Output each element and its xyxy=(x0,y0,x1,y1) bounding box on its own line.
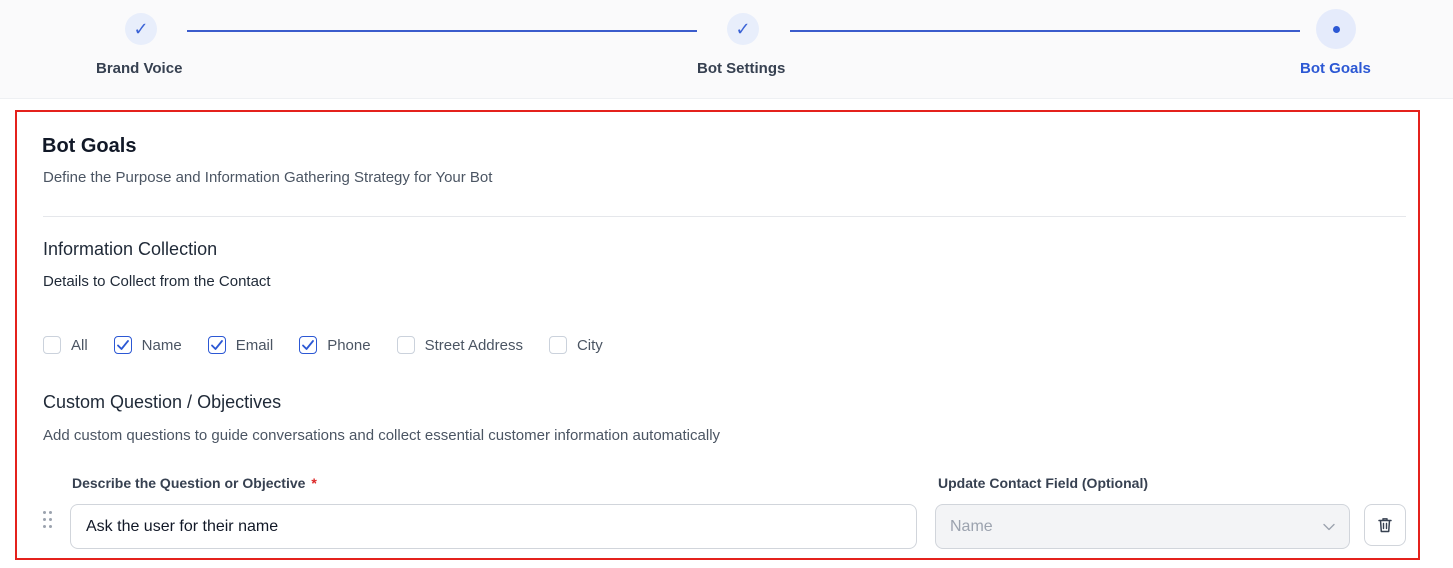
trash-icon xyxy=(1378,518,1392,533)
checkbox-phone[interactable]: Phone xyxy=(299,336,371,354)
checkbox-label: Name xyxy=(141,336,182,354)
question-input-value: Ask the user for their name xyxy=(86,517,279,535)
question-input[interactable]: Ask the user for their name xyxy=(70,504,917,549)
divider xyxy=(43,216,1406,217)
chevron-down-icon xyxy=(1323,523,1335,530)
checkbox-name[interactable]: Name xyxy=(113,336,182,354)
collection-options: All Name Email Phone Street Address City xyxy=(43,336,629,354)
delete-row-button[interactable] xyxy=(1364,504,1406,546)
progress-stepper: ✓ Brand Voice ✓ Bot Settings Bot Goals xyxy=(0,0,1453,99)
step-bot-goals-dot-icon[interactable] xyxy=(1316,9,1356,49)
checkbox-box[interactable] xyxy=(299,336,318,354)
checkbox-street-address[interactable]: Street Address xyxy=(396,336,523,354)
step-connector xyxy=(790,30,1300,32)
drag-handle-icon[interactable] xyxy=(42,510,54,530)
custom-questions-description: Add custom questions to guide conversati… xyxy=(43,427,721,444)
checkbox-label: City xyxy=(576,336,603,354)
dot-icon xyxy=(1332,25,1340,33)
checkmark-icon xyxy=(210,340,223,350)
checkbox-box[interactable] xyxy=(43,336,61,354)
checkbox-all[interactable]: All xyxy=(43,336,88,354)
step-brand-voice-check-icon[interactable]: ✓ xyxy=(125,13,157,45)
question-field-label: Describe the Question or Objective * xyxy=(72,475,317,491)
step-bot-settings-check-icon[interactable]: ✓ xyxy=(727,13,759,45)
step-connector xyxy=(187,30,697,32)
checkmark-icon xyxy=(116,340,129,350)
step-label-brand-voice[interactable]: Brand Voice xyxy=(96,60,182,77)
checkbox-box[interactable] xyxy=(396,336,415,354)
step-label-bot-goals[interactable]: Bot Goals xyxy=(1300,60,1371,77)
checkbox-city[interactable]: City xyxy=(548,336,603,354)
contact-field-label: Update Contact Field (Optional) xyxy=(938,475,1148,491)
page-subtitle: Define the Purpose and Information Gathe… xyxy=(43,169,493,186)
custom-questions-heading: Custom Question / Objectives xyxy=(43,392,282,412)
checkbox-box[interactable] xyxy=(548,336,567,354)
checkbox-label: Email xyxy=(235,336,274,354)
page-title: Bot Goals xyxy=(42,135,137,157)
checkmark-icon xyxy=(302,340,315,350)
checkbox-email[interactable]: Email xyxy=(207,336,274,354)
checkbox-label: Phone xyxy=(327,336,371,354)
checkbox-box[interactable] xyxy=(113,336,132,354)
checkbox-label: Street Address xyxy=(424,336,523,354)
contact-field-select[interactable]: Name xyxy=(935,504,1350,549)
required-marker: * xyxy=(311,475,317,491)
step-label-bot-settings[interactable]: Bot Settings xyxy=(697,60,785,77)
information-collection-subheading: Details to Collect from the Contact xyxy=(43,273,271,290)
checkbox-label: All xyxy=(71,336,88,354)
checkbox-box[interactable] xyxy=(207,336,226,354)
select-placeholder: Name xyxy=(950,517,993,535)
information-collection-heading: Information Collection xyxy=(43,239,218,259)
